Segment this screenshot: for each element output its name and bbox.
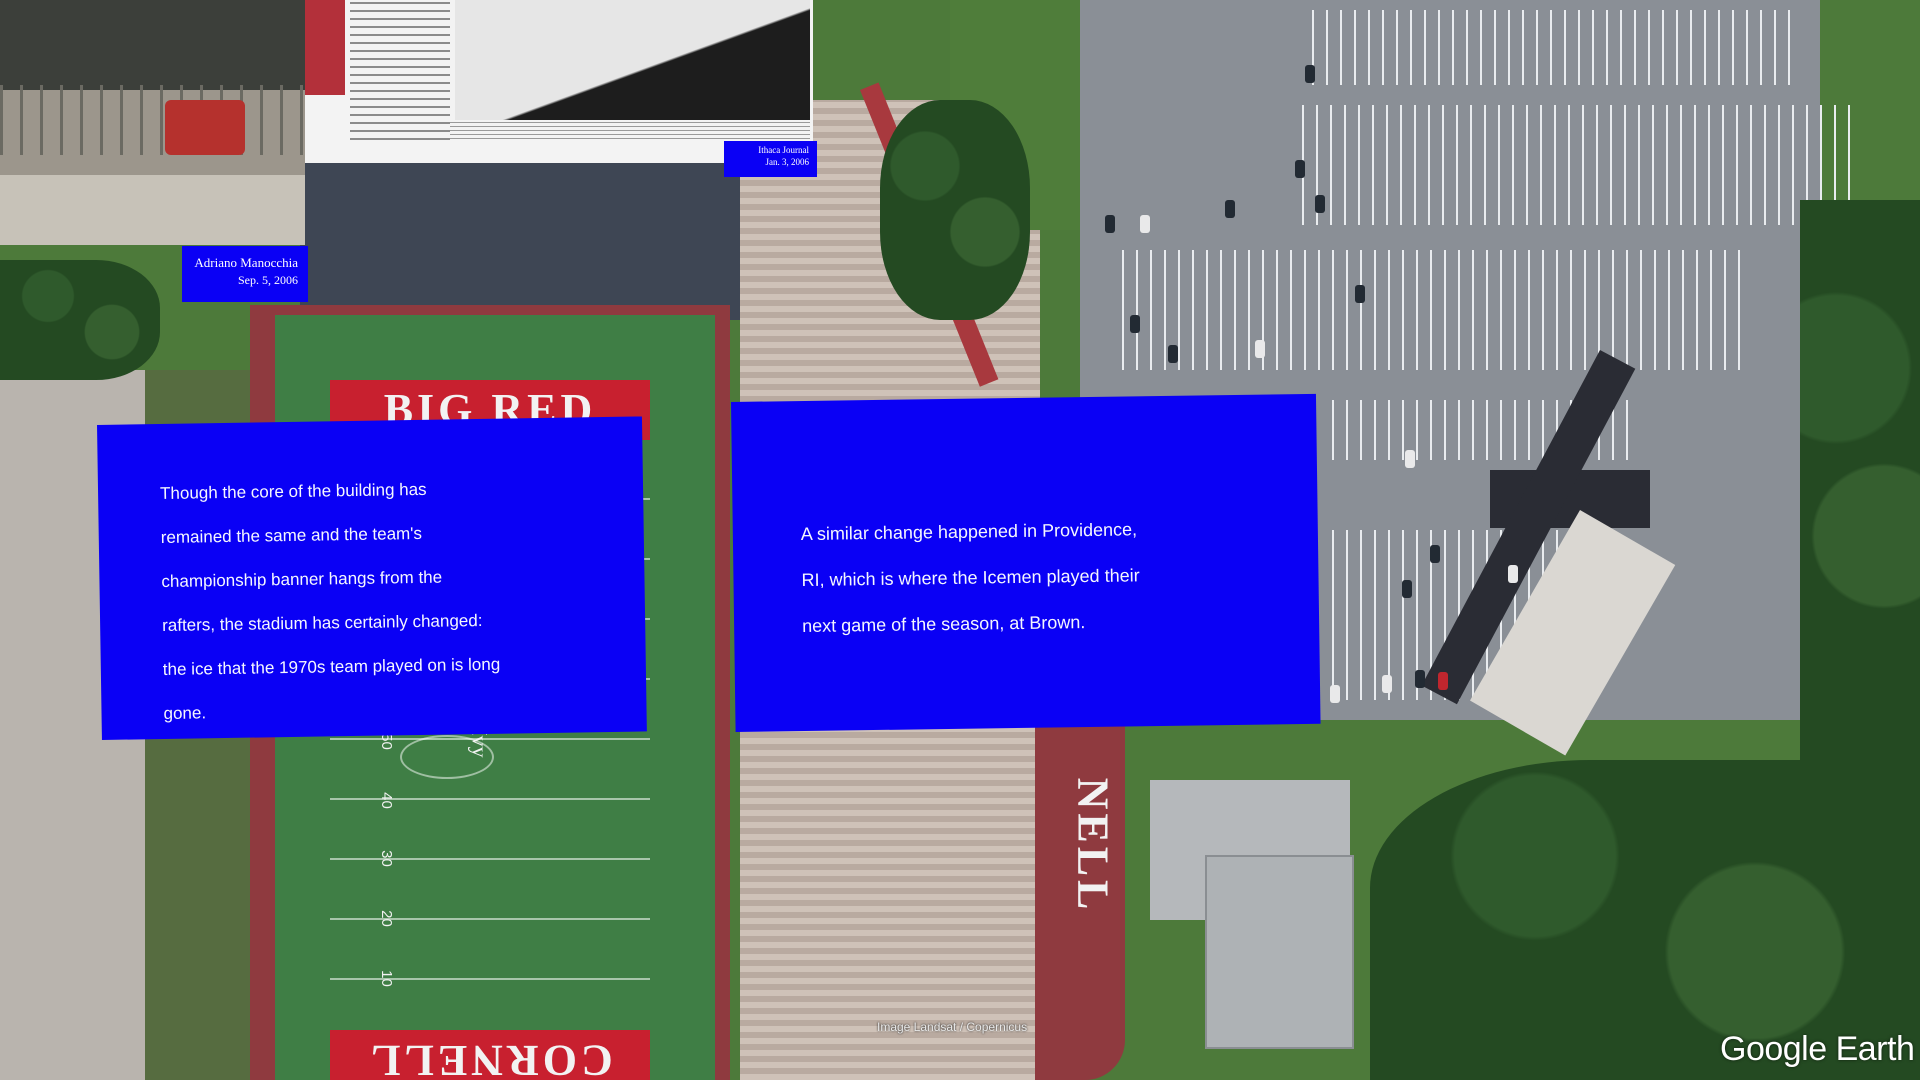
clipping-photo <box>455 0 810 120</box>
car <box>1415 670 1425 688</box>
yard-number: 20 <box>377 910 395 927</box>
field-text-bottom: CORNELL <box>367 1036 613 1080</box>
car <box>1295 160 1305 178</box>
car <box>1168 345 1178 363</box>
caption-line: RI, which is where the Icemen played the… <box>801 565 1140 591</box>
caption-line: A similar change happened in Providence, <box>800 519 1138 545</box>
newspaper-clipping <box>305 0 813 163</box>
photo-fence <box>0 85 305 155</box>
photo-building <box>0 0 305 90</box>
imagery-credit: Image Landsat / Copernicus <box>877 1020 1028 1034</box>
caption-line: remained the same and the team's <box>160 523 423 548</box>
caption-line: rafters, the stadium has certainly chang… <box>162 610 483 636</box>
car <box>1382 675 1392 693</box>
building-roof <box>1205 855 1354 1049</box>
caption-box-left: Though the core of the building has rema… <box>97 416 647 740</box>
endzone-bottom: CORNELL <box>330 1030 650 1080</box>
center-circle <box>400 735 494 779</box>
car <box>1225 200 1235 218</box>
parking-stalls <box>1110 250 1750 370</box>
car <box>1430 545 1440 563</box>
clipping-edge <box>305 0 345 95</box>
caption-line: championship banner hangs from the <box>161 567 443 592</box>
car <box>1438 672 1448 690</box>
clipping-caption <box>450 122 810 142</box>
yard-number: 10 <box>377 970 395 987</box>
google-earth-watermark: Google Earth <box>1720 1030 1915 1068</box>
car <box>1315 195 1325 213</box>
car <box>1355 285 1365 303</box>
caption-line: gone. <box>163 703 207 723</box>
photo-credit-date: Sep. 5, 2006 <box>238 273 298 287</box>
car <box>1140 215 1150 233</box>
clipping-credit: Ithaca Journal Jan. 3, 2006 <box>724 141 817 177</box>
tree-cover <box>880 100 1030 320</box>
tree-cover <box>1800 200 1920 760</box>
car <box>1305 65 1315 83</box>
stands-text: NELL <box>1068 777 1118 914</box>
car <box>1405 450 1415 468</box>
parking-stalls <box>1290 105 1850 225</box>
car <box>1508 565 1518 583</box>
caption-line: next game of the season, at Brown. <box>801 612 1086 637</box>
caption-box-right: A similar change happened in Providence,… <box>731 393 1321 732</box>
yard-number: 30 <box>377 850 395 867</box>
plaza <box>300 150 740 320</box>
parking-stalls <box>1300 10 1790 85</box>
photo-credit-name: Adriano Manocchia <box>194 255 298 270</box>
caption-line: Though the core of the building has <box>159 479 427 504</box>
stands-wall: NELL <box>1035 700 1125 1080</box>
clipping-text <box>350 2 450 142</box>
car <box>1130 315 1140 333</box>
tree-cover <box>0 260 160 380</box>
car <box>1255 340 1265 358</box>
yard-number: 50 <box>377 733 395 750</box>
clipping-credit-name: Ithaca Journal <box>758 145 809 155</box>
caption-line: the ice that the 1970s team played on is… <box>162 654 501 679</box>
caption-right-text: A similar change happened in Providence,… <box>801 504 1303 649</box>
clipping-credit-date: Jan. 3, 2006 <box>765 157 810 167</box>
caption-left-text: Though the core of the building has rema… <box>160 465 624 736</box>
photo-credit: Adriano Manocchia Sep. 5, 2006 <box>182 246 308 302</box>
car <box>1330 685 1340 703</box>
photo-machine <box>165 100 245 155</box>
photo-ground <box>0 175 305 245</box>
yard-number: 40 <box>377 792 395 809</box>
car <box>1105 215 1115 233</box>
historic-photo <box>0 0 305 245</box>
car <box>1402 580 1412 598</box>
